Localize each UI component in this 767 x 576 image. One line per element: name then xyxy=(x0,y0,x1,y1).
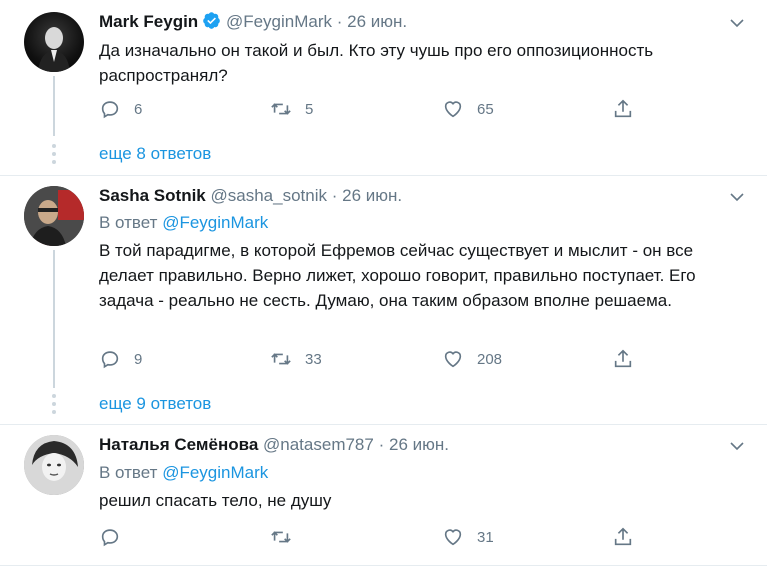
heart-icon xyxy=(444,351,462,368)
tweet[interactable]: Наталья Семёнова @natasem787 · 26 июн. В… xyxy=(0,425,767,565)
retweet-count: 33 xyxy=(305,350,322,368)
thread-dots xyxy=(52,144,56,168)
author-name[interactable]: Sasha Sotnik xyxy=(99,186,206,205)
tweet-date[interactable]: 26 июн. xyxy=(347,12,407,31)
tweet-header: Наталья Семёнова @natasem787 · 26 июн. xyxy=(99,434,449,456)
heart-icon xyxy=(444,529,462,546)
avatar-image xyxy=(38,27,70,72)
tweet-actions: 31 xyxy=(99,526,659,550)
tweet-text: решил спасать тело, не душу xyxy=(99,491,332,510)
chevron-down-icon[interactable] xyxy=(729,189,745,205)
share-icon xyxy=(614,527,632,546)
avatar[interactable] xyxy=(24,12,84,72)
verified-badge-icon xyxy=(203,12,221,29)
retweet-count: 5 xyxy=(305,100,314,118)
reply-prefix: В ответ xyxy=(99,213,158,232)
reply-count: 9 xyxy=(134,350,143,368)
show-more-replies-link[interactable]: еще 9 ответов xyxy=(99,394,211,414)
share-icon xyxy=(614,99,632,118)
separator: · xyxy=(336,12,343,31)
tweet-actions: 6 5 65 xyxy=(99,98,659,122)
reply-button[interactable]: 9 xyxy=(99,348,142,370)
author-handle[interactable]: @natasem787 xyxy=(263,435,374,454)
like-button[interactable]: 208 xyxy=(442,348,502,370)
thread-line xyxy=(53,76,55,136)
like-count: 31 xyxy=(477,528,494,546)
reply-context: В ответ @FeyginMark xyxy=(99,462,268,484)
author-name[interactable]: Наталья Семёнова xyxy=(99,435,258,454)
avatar-image xyxy=(24,186,84,246)
tweet-text: Да изначально он такой и был. Кто эту чу… xyxy=(99,41,654,85)
separator: · xyxy=(331,186,338,205)
retweet-button[interactable]: 5 xyxy=(270,98,313,120)
thread-line xyxy=(53,250,55,388)
retweet-icon xyxy=(271,353,291,365)
show-more-replies-link[interactable]: еще 8 ответов xyxy=(99,144,211,164)
author-handle[interactable]: @sasha_sotnik xyxy=(211,186,328,205)
avatar[interactable] xyxy=(24,435,84,495)
avatar[interactable] xyxy=(24,186,84,246)
like-count: 65 xyxy=(477,100,494,118)
chevron-down-icon[interactable] xyxy=(729,15,745,31)
tweet[interactable]: Sasha Sotnik @sasha_sotnik · 26 июн. В о… xyxy=(0,176,767,424)
reply-icon xyxy=(101,351,119,369)
share-button[interactable] xyxy=(612,98,634,120)
reply-icon xyxy=(101,529,119,547)
share-button[interactable] xyxy=(612,526,634,548)
like-button[interactable]: 65 xyxy=(442,98,494,120)
tweet-header: Sasha Sotnik @sasha_sotnik · 26 июн. xyxy=(99,185,402,207)
retweet-button[interactable]: 33 xyxy=(270,348,322,370)
retweet-icon xyxy=(271,531,291,543)
tweet-date[interactable]: 26 июн. xyxy=(389,435,449,454)
tweet[interactable]: Mark Feygin @FeyginMark · 26 июн. Да изн… xyxy=(0,0,767,175)
heart-icon xyxy=(444,101,462,118)
retweet-icon xyxy=(271,103,291,115)
chevron-down-icon[interactable] xyxy=(729,438,745,454)
tweet-text: В той парадигме, в которой Ефремов сейча… xyxy=(99,241,696,310)
reply-context: В ответ @FeyginMark xyxy=(99,212,268,234)
author-name[interactable]: Mark Feygin xyxy=(99,12,198,31)
share-button[interactable] xyxy=(612,348,634,370)
reply-button[interactable]: 6 xyxy=(99,98,142,120)
reply-count: 6 xyxy=(134,100,143,118)
tweet-header: Mark Feygin @FeyginMark · 26 июн. xyxy=(99,11,407,33)
reply-to-mention-link[interactable]: @FeyginMark xyxy=(162,213,268,232)
reply-icon xyxy=(101,101,119,119)
tweet-actions: 9 33 208 xyxy=(99,348,659,372)
reply-to-mention-link[interactable]: @FeyginMark xyxy=(162,463,268,482)
thread-dots xyxy=(52,394,56,418)
like-button[interactable]: 31 xyxy=(442,526,494,548)
like-count: 208 xyxy=(477,350,503,368)
reply-prefix: В ответ xyxy=(99,463,158,482)
avatar-image xyxy=(24,435,84,495)
author-handle[interactable]: @FeyginMark xyxy=(226,12,332,31)
retweet-button[interactable] xyxy=(270,526,305,548)
tweet-date[interactable]: 26 июн. xyxy=(342,186,402,205)
divider xyxy=(0,565,767,566)
separator: · xyxy=(378,435,385,454)
reply-button[interactable] xyxy=(99,526,134,548)
share-icon xyxy=(614,349,632,368)
